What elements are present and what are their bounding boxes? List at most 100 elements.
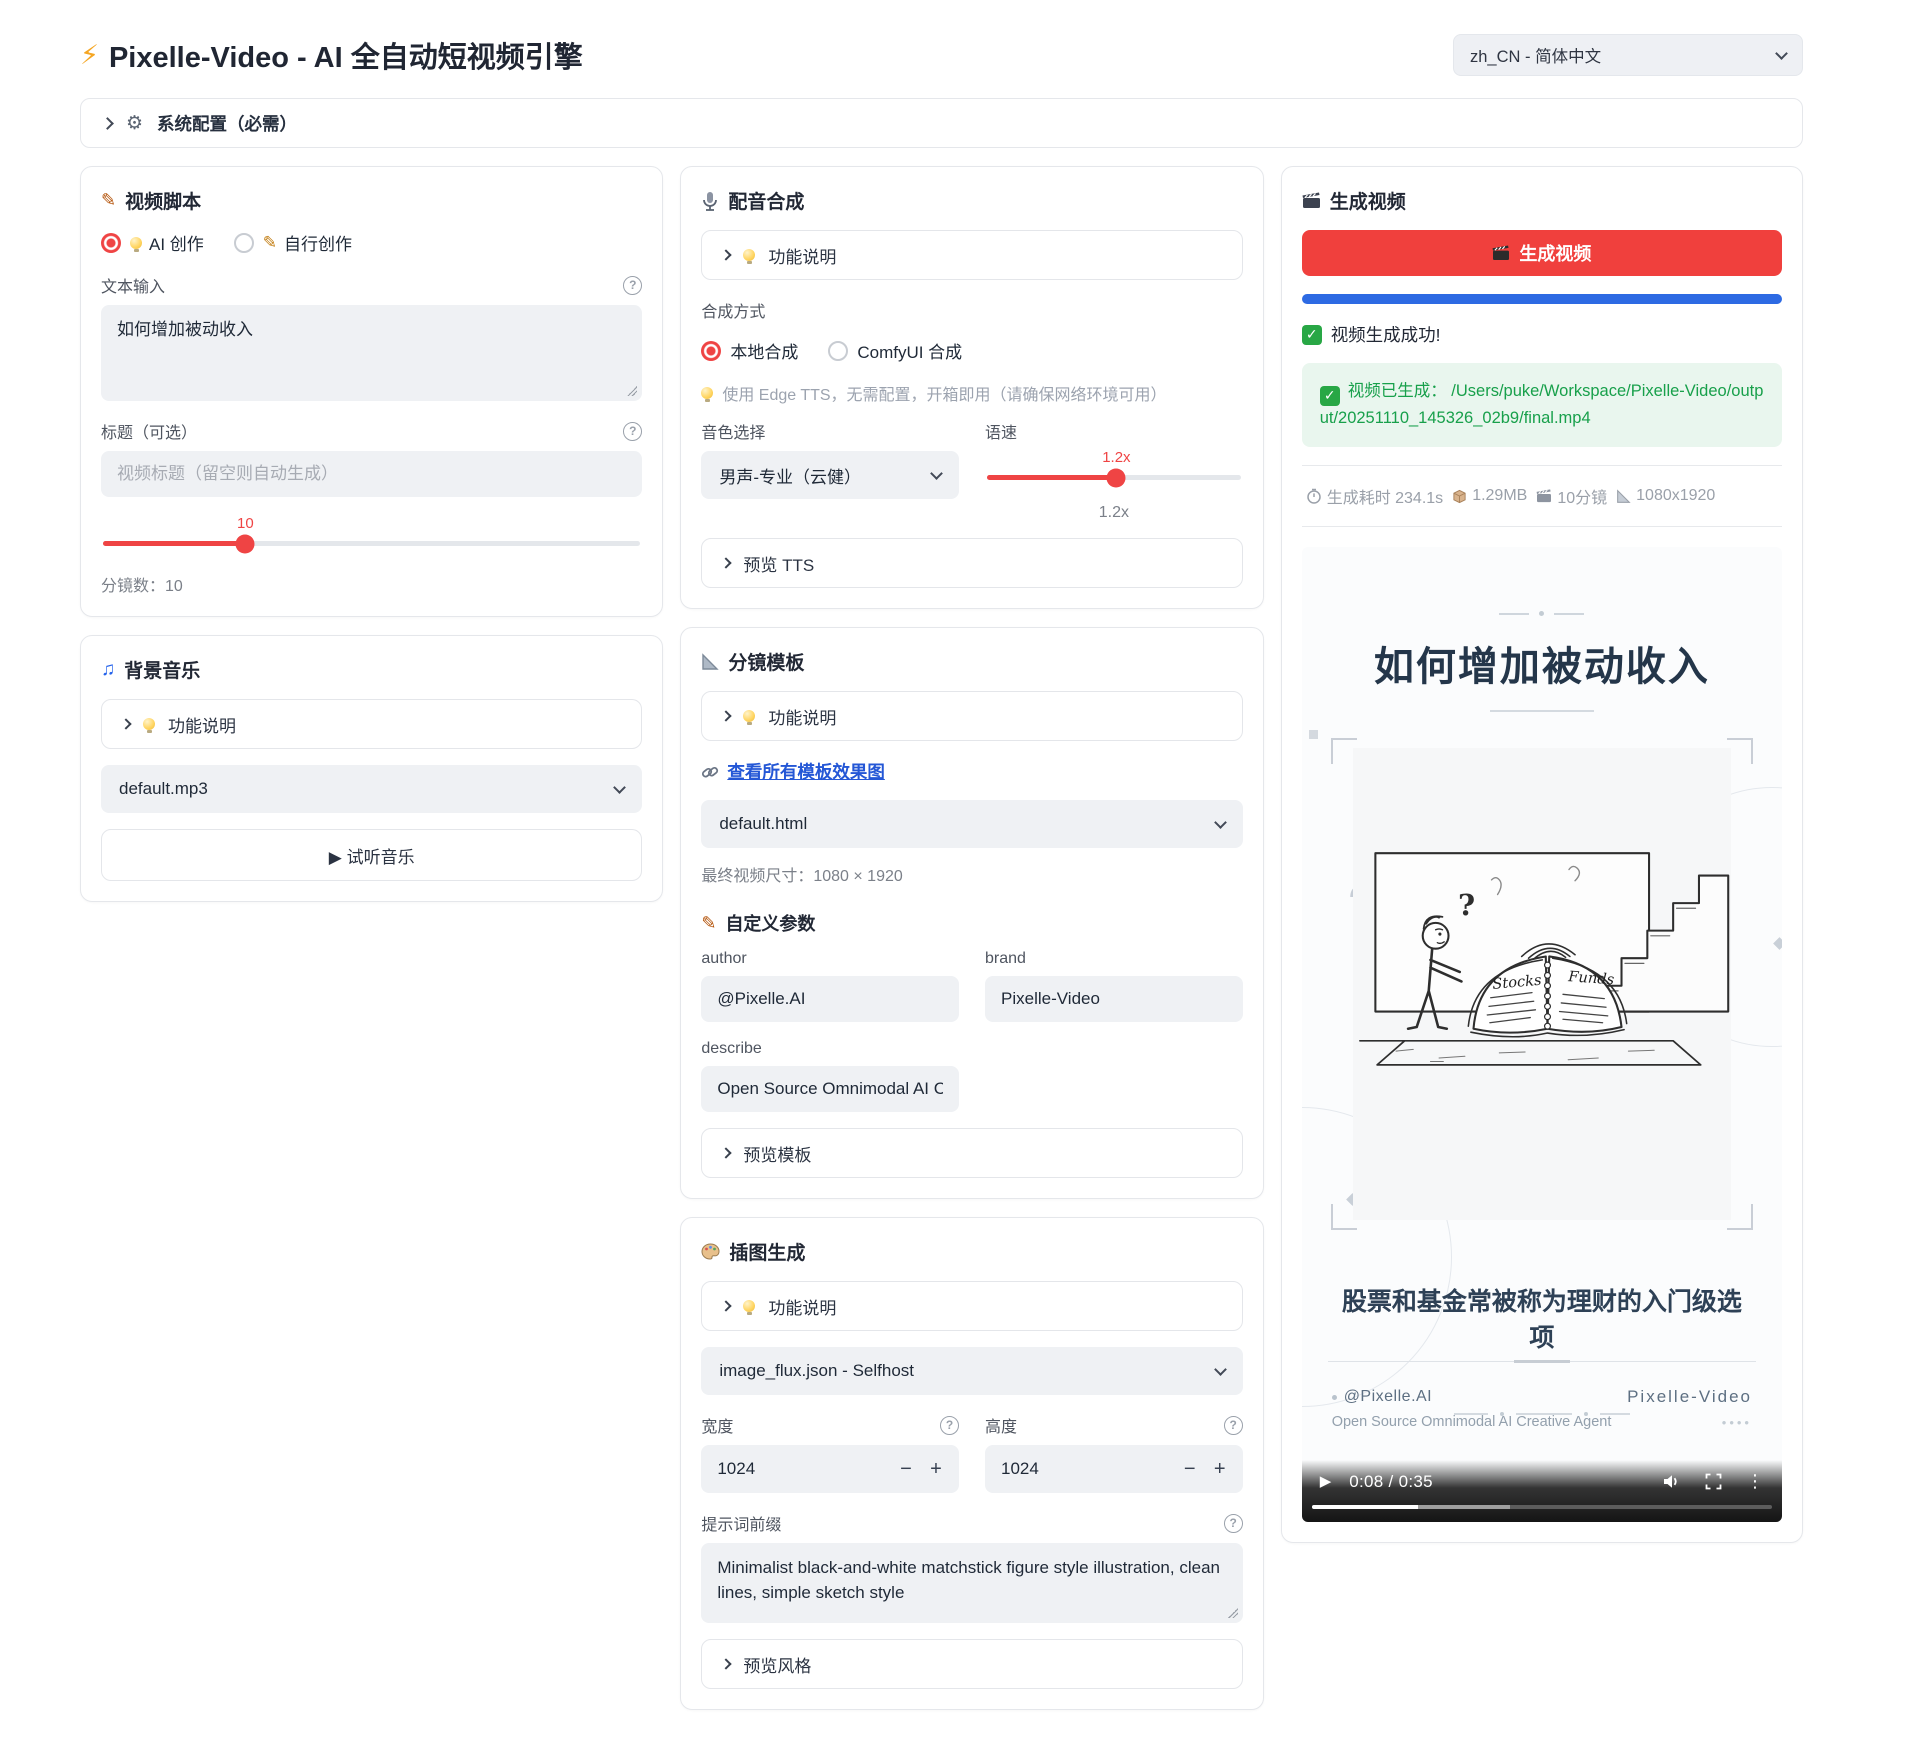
width-stepper: 1024 − +	[701, 1445, 959, 1493]
page-title: ⚡ Pixelle-Video - AI 全自动短视频引擎	[80, 34, 583, 76]
slider-track[interactable]	[103, 541, 640, 546]
storyboard-slider[interactable]: 10	[103, 541, 640, 546]
music-help-accordion[interactable]: 功能说明	[101, 699, 642, 749]
progress-buffered	[1418, 1505, 1510, 1509]
illustration-help-accordion[interactable]: 功能说明	[701, 1281, 1242, 1331]
tts-method-radios: 本地合成 ComfyUI 合成	[701, 338, 1242, 363]
music-file-dropdown[interactable]: default.mp3	[101, 765, 642, 813]
illustration-zone: ? Stocks Funds	[1331, 738, 1754, 1230]
generate-video-button[interactable]: 生成视频	[1302, 230, 1782, 276]
height-label: 高度	[985, 1413, 1017, 1437]
title-underline	[1490, 710, 1594, 712]
right-column: 生成视频 生成视频 ✓ 视频生成成功! ✓视频已生成： /Users/puke/…	[1281, 166, 1803, 1543]
output-path-box: ✓视频已生成： /Users/puke/Workspace/Pixelle-Vi…	[1302, 363, 1782, 447]
chevron-right-icon	[721, 1300, 732, 1311]
template-gallery-link[interactable]: 查看所有模板效果图	[727, 759, 885, 784]
radio-selected-icon	[701, 341, 721, 361]
slider-thumb[interactable]	[1107, 468, 1126, 487]
illustration-help-label: 功能说明	[768, 1294, 836, 1319]
slider-track[interactable]	[987, 475, 1241, 480]
video-caption: 股票和基金常被称为理财的入门级选项	[1302, 1282, 1782, 1354]
width-value[interactable]: 1024	[717, 1459, 891, 1479]
chevron-down-icon	[613, 781, 626, 794]
height-minus-button[interactable]: −	[1175, 1452, 1205, 1486]
play-button[interactable]: ▶	[1320, 1472, 1332, 1490]
left-column: ✎ 视频脚本 AI 创作 ✎ 自行创作 文本输入 ? 如何增加被动收入 标题（可…	[80, 166, 663, 902]
video-player[interactable]: “ ” 如何增加被动收入	[1302, 547, 1782, 1522]
template-preview-label: 预览模板	[743, 1141, 811, 1166]
speed-slider-value: 1.2x	[1102, 449, 1130, 466]
tts-help-accordion[interactable]: 功能说明	[701, 230, 1242, 280]
music-file-value: default.mp3	[119, 779, 208, 799]
workflow-value: image_flux.json - Selfhost	[719, 1361, 914, 1381]
chevron-right-icon	[120, 718, 131, 729]
voice-value: 男声-专业（云健）	[719, 463, 861, 488]
author-input[interactable]	[701, 976, 959, 1022]
style-preview-label: 预览风格	[743, 1652, 811, 1677]
slider-fill	[987, 475, 1116, 480]
slider-thumb[interactable]	[236, 534, 255, 553]
gear-icon: ⚙	[126, 112, 143, 135]
width-minus-button[interactable]: −	[891, 1452, 921, 1486]
system-config-accordion[interactable]: ⚙ 系统配置（必需）	[80, 98, 1803, 148]
progress-bar	[1302, 294, 1782, 304]
style-preview-accordion[interactable]: 预览风格	[701, 1639, 1242, 1689]
describe-label: describe	[701, 1040, 761, 1058]
tts-preview-label: 预览 TTS	[743, 551, 814, 576]
storyboard-illustration: ? Stocks Funds	[1353, 748, 1732, 1220]
volume-icon[interactable]	[1662, 1473, 1681, 1490]
chevron-down-icon	[930, 467, 943, 480]
voice-dropdown[interactable]: 男声-专业（云健）	[701, 451, 959, 499]
tts-preview-accordion[interactable]: 预览 TTS	[701, 538, 1242, 588]
link-icon	[701, 763, 719, 781]
radio-comfyui-tts[interactable]: ComfyUI 合成	[828, 338, 962, 363]
panel-tts: 配音合成 功能说明 合成方式 本地合成 ComfyUI 合成 使用 Edge T…	[680, 166, 1263, 609]
footer-dots: ••••	[1627, 1415, 1752, 1430]
triangle-ruler-icon	[1616, 489, 1631, 504]
radio-local-tts[interactable]: 本地合成	[701, 338, 798, 363]
brand-input[interactable]	[985, 976, 1243, 1022]
radio-self-create[interactable]: ✎ 自行创作	[234, 230, 352, 255]
radio-unselected-icon	[234, 233, 254, 253]
clapperboard-icon	[1536, 489, 1552, 503]
divider	[1302, 465, 1782, 466]
illustration-panel-title: 插图生成	[729, 1238, 805, 1265]
resize-handle[interactable]	[627, 386, 637, 396]
resize-handle[interactable]	[1228, 1608, 1238, 1618]
prompt-prefix-input[interactable]: Minimalist black-and-white matchstick fi…	[701, 1543, 1242, 1623]
author-label: author	[701, 950, 746, 968]
tts-panel-title: 配音合成	[728, 187, 804, 214]
height-value[interactable]: 1024	[1001, 1459, 1175, 1479]
help-icon: ?	[1224, 1416, 1243, 1435]
height-plus-button[interactable]: +	[1205, 1452, 1235, 1486]
language-select[interactable]: zh_CN - 简体中文	[1453, 34, 1803, 76]
video-footer: @Pixelle.AI Open Source Omnimodal AI Cre…	[1332, 1387, 1752, 1430]
template-preview-accordion[interactable]: 预览模板	[701, 1128, 1242, 1178]
footer-author: @Pixelle.AI	[1344, 1388, 1432, 1406]
kebab-menu-icon[interactable]: ⋮	[1746, 1472, 1764, 1490]
panel-background-music: ♫ 背景音乐 功能说明 default.mp3 ▶ 试听音乐	[80, 635, 663, 902]
template-help-label: 功能说明	[768, 704, 836, 729]
radio-unselected-icon	[828, 341, 848, 361]
template-value: default.html	[719, 814, 807, 834]
video-frame-title: 如何增加被动收入	[1374, 634, 1710, 692]
fullscreen-icon[interactable]	[1705, 1473, 1722, 1490]
template-help-accordion[interactable]: 功能说明	[701, 691, 1242, 741]
radio-ai-create[interactable]: AI 创作	[101, 230, 204, 255]
width-plus-button[interactable]: +	[921, 1452, 951, 1486]
template-dropdown[interactable]: default.html	[701, 800, 1242, 848]
panel-video-script: ✎ 视频脚本 AI 创作 ✎ 自行创作 文本输入 ? 如何增加被动收入 标题（可…	[80, 166, 663, 617]
height-stepper: 1024 − +	[985, 1445, 1243, 1493]
panel-storyboard-template: 分镜模板 功能说明 查看所有模板效果图 default.html 最终视频尺寸：…	[680, 627, 1263, 1199]
system-config-label: 系统配置（必需）	[157, 111, 297, 136]
video-progress-bar[interactable]	[1312, 1505, 1772, 1509]
music-preview-button[interactable]: ▶ 试听音乐	[101, 829, 642, 881]
workflow-dropdown[interactable]: image_flux.json - Selfhost	[701, 1347, 1242, 1395]
speed-slider[interactable]: 1.2x	[987, 475, 1241, 480]
script-text-input[interactable]: 如何增加被动收入	[101, 305, 642, 401]
describe-input[interactable]	[701, 1066, 959, 1112]
chevron-right-icon	[721, 710, 732, 721]
music-panel-title: 背景音乐	[124, 656, 200, 683]
video-title-input[interactable]	[101, 451, 642, 497]
video-time: 0:08 / 0:35	[1349, 1472, 1433, 1492]
